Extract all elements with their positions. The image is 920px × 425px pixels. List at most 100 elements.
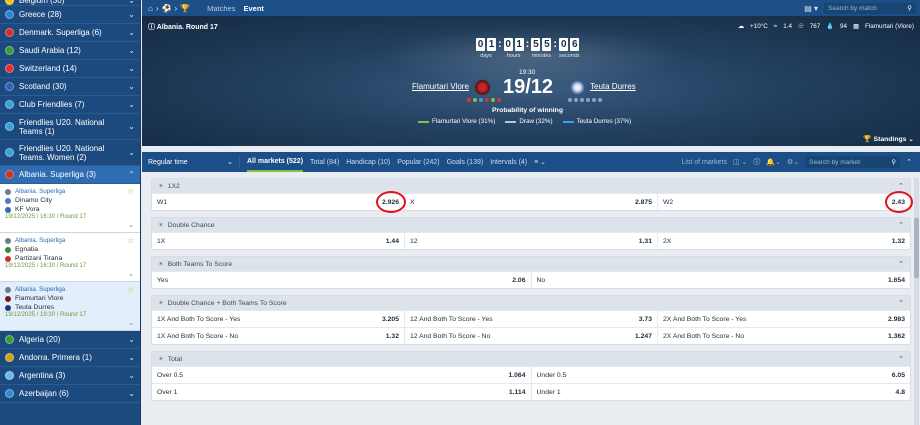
odds-cell[interactable]: Under 1 4.8	[532, 384, 911, 400]
chevron-down-icon[interactable]: ⌄	[128, 221, 134, 229]
odds-cell[interactable]: No 1.654	[532, 272, 911, 288]
chevron-down-icon[interactable]: ⌄	[128, 28, 135, 37]
info-icon[interactable]: ⓘ	[148, 24, 155, 31]
chevron-down-icon[interactable]: ⌄	[128, 46, 135, 55]
tab-event[interactable]: Event	[243, 4, 263, 13]
odds-cell[interactable]: 2X 1.32	[658, 233, 910, 249]
match-search-input[interactable]: Search by match ⚲	[824, 2, 916, 14]
sidebar-item[interactable]: Switzerland (14) ⌄	[0, 60, 140, 78]
odds-cell[interactable]: Yes 2.06	[152, 272, 532, 288]
collapse-all-icon[interactable]: ⌃	[906, 158, 912, 166]
odds-cell[interactable]: Under 0.5 6.05	[532, 367, 911, 383]
sidebar-item[interactable]: Denmark. Superliga (6) ⌄	[0, 24, 140, 42]
home-icon[interactable]: ⌂	[148, 4, 153, 13]
sidebar-item[interactable]: Saudi Arabia (12) ⌄	[0, 42, 140, 60]
pin-icon[interactable]: ✶	[158, 299, 164, 307]
standings-button[interactable]: 🏆 Standings ⌄	[863, 135, 914, 143]
scrollbar-thumb[interactable]	[914, 218, 919, 278]
market-header[interactable]: ✶ Double Chance ⌃	[152, 218, 910, 232]
chevron-down-icon[interactable]: ⌄	[128, 10, 135, 19]
chevron-up-icon[interactable]: ⌃	[898, 260, 904, 268]
chevron-down-icon[interactable]: ⌄	[128, 148, 135, 157]
star-icon[interactable]: ☆	[127, 187, 134, 196]
sidebar-item[interactable]: Andorra. Primera (1) ⌄	[0, 349, 140, 367]
pin-icon[interactable]: ✶	[158, 355, 164, 363]
chevron-up-icon[interactable]: ⌃	[898, 299, 904, 307]
gear-icon[interactable]: ⚙⌄	[787, 158, 799, 166]
tab-all-markets[interactable]: All markets (522)	[247, 152, 304, 172]
sidebar-item[interactable]: Albania. Superliga (3) ⌃	[0, 166, 140, 184]
chevron-down-icon[interactable]: ⌄	[128, 100, 135, 109]
layout-icon[interactable]: ◫ ⌄	[733, 158, 747, 166]
tab-goals[interactable]: Goals (139)	[447, 159, 484, 166]
odds-cell[interactable]: 12 1.31	[405, 233, 658, 249]
odds-cell[interactable]: W1 2.926	[152, 191, 406, 213]
trophy-icon[interactable]: 🏆	[180, 4, 190, 13]
market-search-input[interactable]: Search by market ⚲	[805, 156, 901, 168]
odds-cell[interactable]: 2X And Both To Score - Yes 2.983	[658, 311, 910, 327]
chevron-up-icon[interactable]: ⌃	[898, 182, 904, 190]
stats-icon[interactable]: ▤ ▾	[804, 4, 818, 13]
odds-cell[interactable]: X 2.875	[405, 194, 658, 210]
period-select[interactable]: Regular time ⌄	[148, 155, 240, 169]
odds-cell[interactable]: 12 And Both To Score - No 1.247	[405, 328, 658, 344]
chevron-up-icon[interactable]: ⌃	[898, 221, 904, 229]
chevron-down-icon[interactable]: ⌄	[128, 353, 135, 362]
event-title-text: Albania. Round 17	[156, 24, 218, 31]
sidebar-item[interactable]: Club Friendlies (7) ⌄	[0, 96, 140, 114]
odds-cell[interactable]: 1X 1.44	[152, 233, 405, 249]
odds-cell[interactable]: 1X And Both To Score - No 1.32	[152, 328, 405, 344]
odds-cell[interactable]: Over 1 1.114	[152, 384, 532, 400]
sidebar-item[interactable]: Scotland (30) ⌄	[0, 78, 140, 96]
odds-cell[interactable]: 1X And Both To Score - Yes 3.205	[152, 311, 405, 327]
odds-cell[interactable]: 12 And Both To Score - Yes 3.73	[405, 311, 658, 327]
chevron-up-icon[interactable]: ⌃	[898, 355, 904, 363]
chevron-down-icon[interactable]: ⌄	[128, 122, 135, 131]
tab-handicap[interactable]: Handicap (10)	[346, 159, 390, 166]
chevron-down-icon[interactable]: ⌄	[128, 64, 135, 73]
pin-icon[interactable]: ✶	[158, 182, 164, 190]
chevron-down-icon[interactable]: ⌄	[128, 335, 135, 344]
search-icon[interactable]: ⚲	[891, 158, 896, 166]
search-icon[interactable]: ⚲	[907, 4, 912, 12]
sidebar-item[interactable]: Algeria (20) ⌄	[0, 331, 140, 349]
chevron-down-icon[interactable]: ⌄	[128, 371, 135, 380]
odds-cell[interactable]: 2X And Both To Score - No 1.362	[658, 328, 910, 344]
chevron-down-icon[interactable]: ⌄	[128, 270, 134, 278]
more-tabs-icon[interactable]: ≡ ⌄	[534, 158, 546, 166]
match-card[interactable]: Albania. Superliga Egnatia Partizani Tiran…	[0, 233, 140, 282]
scrollbar[interactable]	[914, 178, 919, 425]
market-header[interactable]: ✶ Total ⌃	[152, 352, 910, 366]
chevron-down-icon[interactable]: ⌄	[128, 82, 135, 91]
tab-matches[interactable]: Matches	[207, 4, 235, 13]
odds-cell[interactable]: Over 0.5 1.064	[152, 367, 532, 383]
match-card[interactable]: Albania. Superliga Dinamo City KF Vora 19/1…	[0, 184, 140, 233]
sidebar-item[interactable]: Azerbaijan (6) ⌄	[0, 385, 140, 403]
chevron-down-icon[interactable]: ⌄	[128, 319, 134, 327]
match-card[interactable]: Albania. Superliga Flamurtari Vlore Teuta …	[0, 282, 140, 331]
tab-total[interactable]: Total (84)	[310, 159, 339, 166]
chevron-down-icon[interactable]: ⌄	[128, 0, 135, 5]
star-icon[interactable]: ☆	[127, 285, 134, 294]
team2-link[interactable]: Teuta Durres	[590, 82, 636, 91]
sidebar-item[interactable]: Greece (28) ⌄	[0, 6, 140, 24]
chevron-up-icon[interactable]: ⌃	[128, 170, 135, 179]
sidebar-item[interactable]: Friendlies U20. National Teams (1) ⌄	[0, 114, 140, 140]
odds-cell[interactable]: W2 2.43	[658, 191, 913, 213]
sidebar-item[interactable]: Argentina (3) ⌄	[0, 367, 140, 385]
tab-intervals[interactable]: Intervals (4)	[490, 159, 527, 166]
pin-icon[interactable]: ✶	[158, 221, 164, 229]
market-header[interactable]: ✶ Both Teams To Score ⌃	[152, 257, 910, 271]
sidebar-item[interactable]: Friendlies U20. National Teams. Women (2…	[0, 140, 140, 166]
list-of-markets-button[interactable]: List of markets	[681, 159, 727, 166]
market-header[interactable]: ✶ 1X2 ⌃	[152, 179, 910, 193]
bell-icon[interactable]: 🔔⌄	[766, 158, 781, 166]
market-header[interactable]: ✶ Double Chance + Both Teams To Score ⌃	[152, 296, 910, 310]
team1-link[interactable]: Flamurtari Vlore	[412, 82, 469, 91]
football-icon[interactable]: ⚽	[162, 4, 172, 13]
star-icon[interactable]: ☆	[127, 236, 134, 245]
tab-popular[interactable]: Popular (242)	[397, 159, 439, 166]
chevron-down-icon[interactable]: ⌄	[128, 389, 135, 398]
pin-icon[interactable]: ✶	[158, 260, 164, 268]
info-icon[interactable]: ⓘ	[753, 157, 760, 167]
